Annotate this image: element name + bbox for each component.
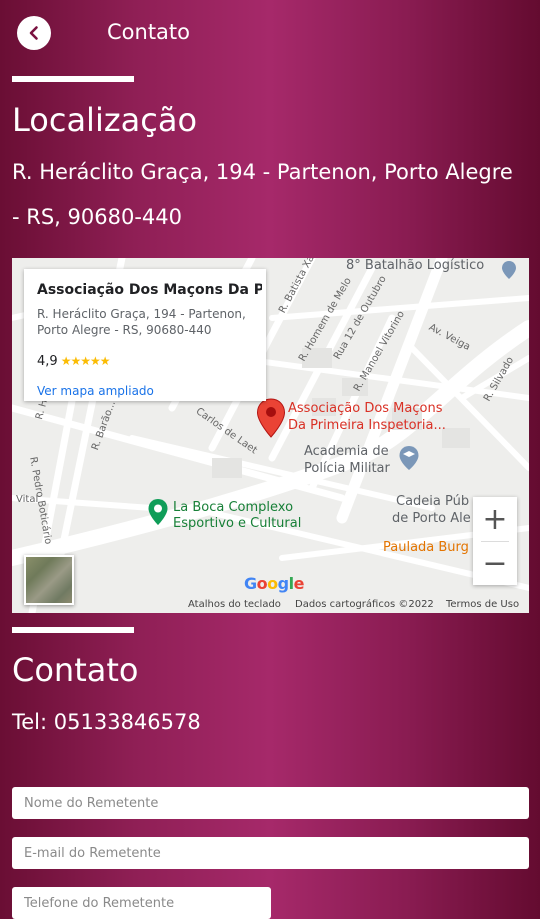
section-divider (12, 76, 134, 82)
map[interactable]: R. Batista Xavier R. Homem de Melo Rua 1… (12, 258, 529, 613)
school-marker-icon (399, 446, 419, 470)
section-divider (12, 627, 134, 633)
location-heading: Localização (12, 101, 198, 139)
park-marker-icon (148, 499, 168, 525)
place-label-academia-2: Polícia Militar (304, 461, 390, 476)
location-address: R. Heráclito Graça, 194 - Partenon, Port… (12, 160, 513, 229)
place-label-academia-1: Academia de (304, 444, 389, 459)
view-larger-map-link[interactable]: Ver mapa ampliado (37, 384, 154, 398)
map-info-card: Associação Dos Maçons Da P... R. Herácli… (24, 269, 266, 401)
sender-email-input[interactable] (12, 837, 529, 869)
pin-label-line2: Da Primeira Inspetoria... (288, 418, 446, 433)
info-card-rating: 4,9 ★★★★★ (37, 354, 111, 369)
zoom-out-button[interactable]: − (473, 541, 517, 585)
place-label-cadeia-2: de Porto Ale (392, 511, 471, 526)
place-label-batalhao: 8° Batalhão Logístico (346, 258, 485, 273)
place-marker-icon (502, 261, 516, 279)
sender-name-input[interactable] (12, 787, 529, 819)
google-logo: Google (244, 574, 304, 593)
place-label-laboca-1: La Boca Complexo (173, 500, 294, 515)
back-button[interactable] (17, 16, 51, 50)
zoom-controls: + − (473, 497, 517, 585)
place-label-laboca-2: Esportivo e Cultural (173, 516, 302, 531)
pin-label-line1: Associação Dos Maçons (288, 401, 443, 416)
rating-value: 4,9 (37, 354, 58, 369)
satellite-toggle-button[interactable] (24, 555, 74, 605)
info-card-name: Associação Dos Maçons Da P... (37, 282, 262, 298)
keyboard-shortcuts-link[interactable]: Atalhos do teclado (188, 599, 281, 610)
rating-stars-icon: ★★★★★ (60, 354, 111, 368)
page-title: Contato (107, 20, 191, 44)
map-footer: Atalhos do teclado Dados cartográficos ©… (188, 598, 529, 613)
terms-of-use-link[interactable]: Termos de Uso (446, 599, 519, 610)
info-card-address: R. Heráclito Graça, 194 - Partenon, Port… (37, 307, 246, 337)
zoom-in-button[interactable]: + (473, 497, 517, 541)
map-data-attribution: Dados cartográficos ©2022 (295, 599, 434, 610)
sender-phone-input[interactable] (12, 887, 271, 919)
location-pin-icon[interactable] (256, 398, 286, 438)
contact-phone: Tel: 05133846578 (12, 710, 201, 734)
place-label-paulada: Paulada Burg (383, 540, 469, 555)
chevron-left-icon (29, 26, 38, 40)
place-label-cadeia-1: Cadeia Púb (396, 494, 470, 509)
top-bar: Contato (0, 0, 540, 62)
street-label: Vital (16, 494, 39, 505)
contact-heading: Contato (12, 651, 139, 689)
